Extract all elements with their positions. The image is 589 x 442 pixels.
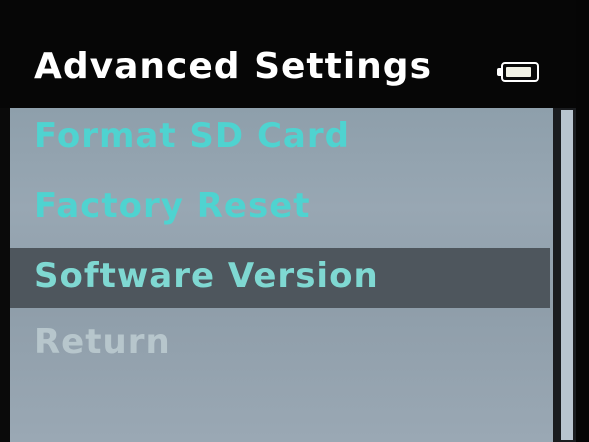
battery-icon: [497, 62, 543, 84]
menu-panel: Format SD Card Factory Reset Software Ve…: [10, 108, 576, 442]
page-title: Advanced Settings: [34, 46, 433, 87]
battery-body: [501, 62, 539, 82]
menu-item-label: Format SD Card: [34, 116, 350, 156]
menu-item-format-sd-card[interactable]: Format SD Card: [10, 108, 550, 168]
screen-bezel: [576, 0, 589, 442]
menu-item-return[interactable]: Return: [10, 314, 550, 374]
scroll-thumb[interactable]: [561, 110, 573, 440]
menu-item-label: Return: [34, 322, 171, 362]
menu-item-label: Software Version: [34, 256, 379, 296]
menu-item-software-version[interactable]: Software Version: [10, 248, 550, 308]
header-bar: Advanced Settings: [0, 0, 589, 108]
scrollbar[interactable]: [553, 108, 576, 442]
battery-level-fill: [506, 67, 531, 77]
menu-item-label: Factory Reset: [34, 186, 311, 226]
menu-item-factory-reset[interactable]: Factory Reset: [10, 178, 550, 238]
device-screen: Advanced Settings Format SD Card Factory…: [0, 0, 589, 442]
